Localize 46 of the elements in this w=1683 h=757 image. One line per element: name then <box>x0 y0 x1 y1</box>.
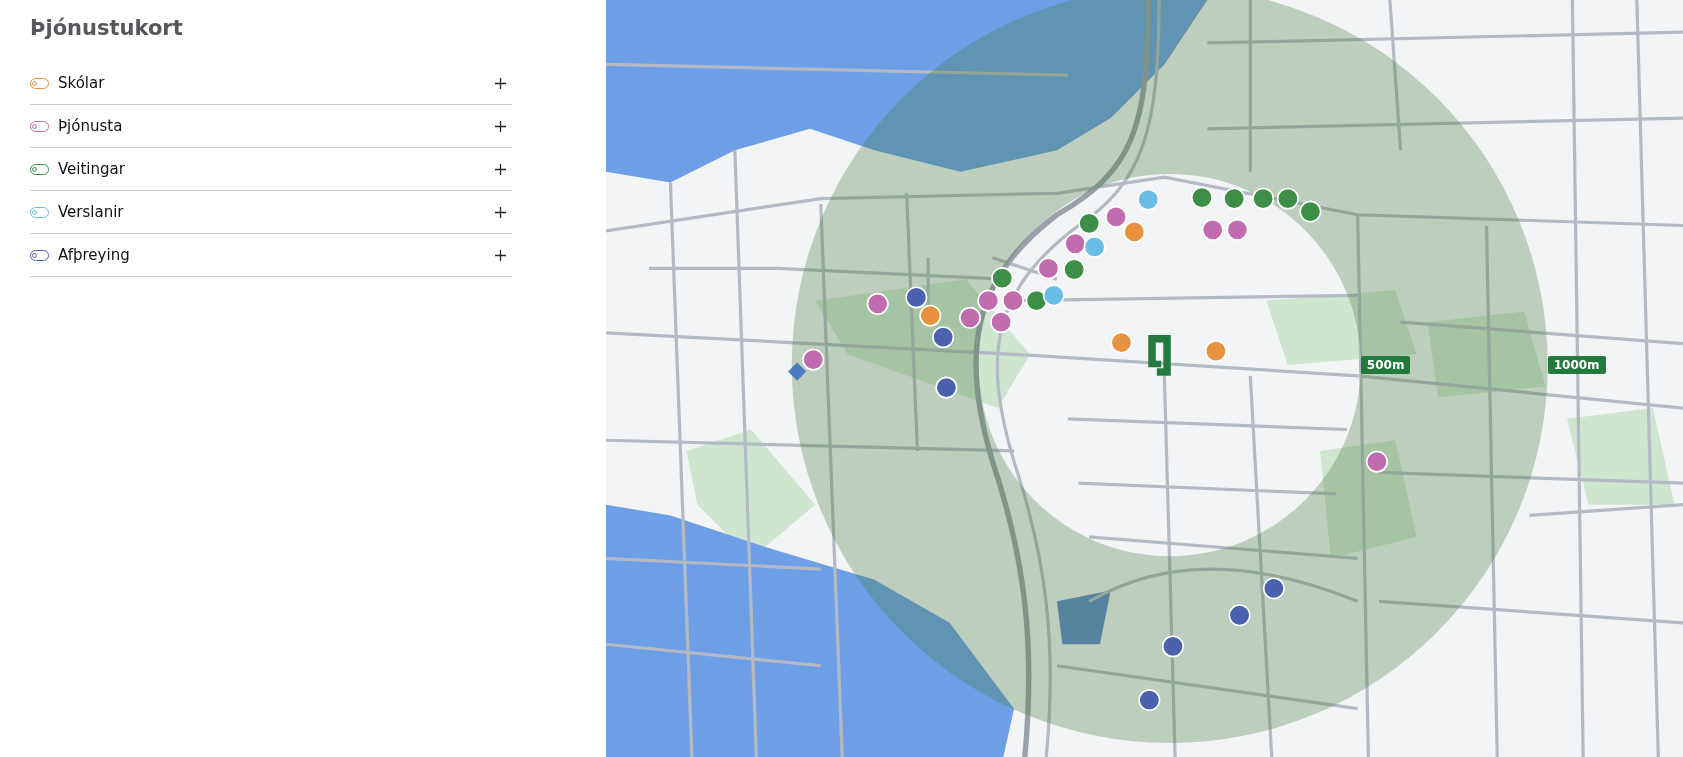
map-pin[interactable] <box>1161 635 1184 658</box>
map-pin[interactable] <box>1204 340 1227 363</box>
distance-label: 500m <box>1360 356 1411 374</box>
plus-icon[interactable] <box>495 249 506 261</box>
map-pin[interactable] <box>1138 689 1161 712</box>
map-pin[interactable] <box>1365 450 1388 473</box>
map-pin[interactable] <box>932 326 955 349</box>
map-pin[interactable] <box>977 289 1000 312</box>
category-label: Veitingar <box>58 160 126 178</box>
map-pin[interactable] <box>1110 331 1133 354</box>
map-pin[interactable] <box>1042 284 1065 307</box>
plus-icon[interactable] <box>495 120 506 132</box>
plus-icon[interactable] <box>495 206 506 218</box>
distance-label: 1000m <box>1547 356 1606 374</box>
map-pin[interactable] <box>990 311 1013 334</box>
map-pin[interactable] <box>935 376 958 399</box>
category-label: Verslanir <box>58 203 125 221</box>
map-pin[interactable] <box>1252 187 1275 210</box>
category-row[interactable]: Afþreying <box>30 234 512 277</box>
map-pin[interactable] <box>1223 187 1246 210</box>
page-title: Þjónustukort <box>30 16 184 40</box>
category-row[interactable]: Verslanir <box>30 191 512 234</box>
building-icon <box>1148 335 1171 376</box>
category-label: Skólar <box>58 74 106 92</box>
map-pin[interactable] <box>959 306 981 329</box>
map-pin[interactable] <box>905 286 928 309</box>
category-row[interactable]: Veitingar <box>30 148 512 191</box>
map-pin[interactable] <box>1190 186 1213 209</box>
map-pin[interactable] <box>1001 289 1024 312</box>
map-pin[interactable] <box>1299 200 1322 223</box>
map-pin[interactable] <box>919 304 942 327</box>
map-pin[interactable] <box>1276 187 1299 210</box>
map-pin[interactable] <box>1063 258 1086 281</box>
category-label: Þjónusta <box>58 117 124 135</box>
map-pin[interactable] <box>1105 205 1128 228</box>
map-pin[interactable] <box>866 292 889 315</box>
plus-icon[interactable] <box>495 163 506 175</box>
plus-icon[interactable] <box>495 77 506 89</box>
category-row[interactable]: Skólar <box>30 62 512 105</box>
category-row[interactable]: Þjónusta <box>30 105 512 148</box>
map-pin[interactable] <box>802 348 825 371</box>
map-pin[interactable] <box>1037 257 1060 280</box>
map-pin[interactable] <box>1262 577 1285 600</box>
map-pin[interactable] <box>1228 604 1251 627</box>
diamond-marker <box>788 362 807 381</box>
category-label: Afþreying <box>58 246 131 264</box>
